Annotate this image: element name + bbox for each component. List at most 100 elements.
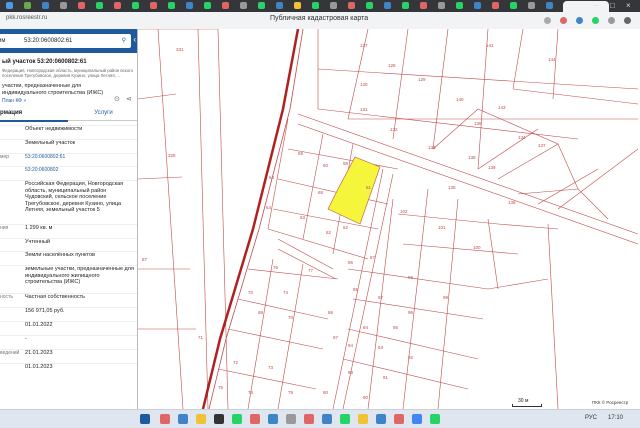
active-tab[interactable] <box>563 1 609 12</box>
svg-text:95: 95 <box>393 325 399 330</box>
svg-text:63: 63 <box>300 215 306 220</box>
row-value: Земельный участок <box>25 140 76 146</box>
tab-favicon-icon[interactable] <box>222 2 229 9</box>
language-indicator[interactable]: РУС <box>585 415 597 421</box>
tab-favicon-icon[interactable] <box>132 2 139 9</box>
svg-text:64: 64 <box>269 175 275 180</box>
tab-favicon-icon[interactable] <box>78 2 85 9</box>
tab-information[interactable]: рмация <box>0 107 68 122</box>
chrome-icon[interactable] <box>412 414 422 424</box>
svg-text:98: 98 <box>408 275 414 280</box>
tab-favicon-icon[interactable] <box>510 2 517 9</box>
quarter-link[interactable]: 53:20:0600802 <box>25 167 136 174</box>
whatsapp-icon[interactable] <box>232 414 242 424</box>
tab-favicon-icon[interactable] <box>384 2 391 9</box>
app-icon[interactable] <box>394 414 404 424</box>
tab-favicon-icon[interactable] <box>60 2 67 9</box>
tab-favicon-icon[interactable] <box>168 2 175 9</box>
app-icon[interactable] <box>358 414 368 424</box>
app-icon[interactable] <box>286 414 296 424</box>
tab-favicon-icon[interactable] <box>276 2 283 9</box>
search-input[interactable]: им 53:20:0600802:61 ⚲ <box>0 34 131 48</box>
tab-favicon-icon[interactable] <box>294 2 301 9</box>
svg-text:58: 58 <box>343 161 349 166</box>
tab-favicon-icon[interactable] <box>96 2 103 9</box>
app-icon[interactable] <box>250 414 260 424</box>
tab-favicon-icon[interactable] <box>366 2 373 9</box>
extension-icon[interactable] <box>544 17 551 24</box>
extension-icon[interactable] <box>592 17 599 24</box>
zoom-to-icon[interactable]: ⊙ <box>114 95 120 103</box>
tab-favicon-icon[interactable] <box>6 2 13 9</box>
search-icon[interactable]: ⚲ <box>122 34 126 48</box>
extension-icon[interactable] <box>576 17 583 24</box>
tab-favicon-icon[interactable] <box>402 2 409 9</box>
app-icon[interactable] <box>322 414 332 424</box>
app-icon[interactable] <box>430 414 440 424</box>
app-icon[interactable] <box>160 414 170 424</box>
tab-favicon-icon[interactable] <box>204 2 211 9</box>
folder-icon[interactable] <box>196 414 206 424</box>
tab-favicon-icon[interactable] <box>312 2 319 9</box>
tab-favicon-icon[interactable] <box>492 2 499 9</box>
svg-text:74: 74 <box>283 290 289 295</box>
cadastral-map[interactable]: 331 127 141 144 128 129 140 143 328 130 … <box>138 29 640 409</box>
cadastral-number-link[interactable]: 53:20:0600802:61 <box>25 154 136 161</box>
svg-text:85: 85 <box>353 287 359 292</box>
svg-text:71: 71 <box>198 335 204 340</box>
svg-text:141: 141 <box>486 43 494 48</box>
share-icon[interactable]: ⋖ <box>126 95 132 103</box>
tab-favicon-icon[interactable] <box>456 2 463 9</box>
parcel-address: Федерация, Новгородская область, муницип… <box>2 68 133 78</box>
svg-text:64: 64 <box>266 205 272 210</box>
start-icon[interactable] <box>140 414 150 424</box>
plan-link[interactable]: План КФ » <box>2 98 26 104</box>
extension-icon[interactable] <box>560 17 567 24</box>
tab-favicon-icon[interactable] <box>420 2 427 9</box>
tab-favicon-icon[interactable] <box>546 2 553 9</box>
tab-favicon-icon[interactable] <box>330 2 337 9</box>
svg-text:139: 139 <box>488 165 496 170</box>
minimize-icon[interactable]: – <box>594 1 598 11</box>
app-icon[interactable] <box>304 414 314 424</box>
svg-text:135: 135 <box>448 185 456 190</box>
svg-text:130: 130 <box>360 82 368 87</box>
svg-text:93: 93 <box>378 345 384 350</box>
app-icon[interactable] <box>178 414 188 424</box>
map-canvas[interactable]: 331 127 141 144 128 129 140 143 328 130 … <box>138 29 640 409</box>
svg-text:102: 102 <box>400 209 408 214</box>
info-row: Учтенный <box>0 238 137 251</box>
menu-icon[interactable] <box>624 17 631 24</box>
tab-favicon-icon[interactable] <box>186 2 193 9</box>
tab-favicon-icon[interactable] <box>114 2 121 9</box>
app-icon[interactable] <box>376 414 386 424</box>
tab-favicon-icon[interactable] <box>474 2 481 9</box>
app-icon[interactable] <box>340 414 350 424</box>
collapse-icon[interactable]: ‹ <box>133 35 136 44</box>
maximize-icon[interactable]: □ <box>610 1 615 11</box>
profile-avatar[interactable] <box>608 17 615 24</box>
tab-favicon-icon[interactable] <box>24 2 31 9</box>
selected-parcel[interactable] <box>327 156 381 225</box>
svg-text:132: 132 <box>390 127 398 132</box>
app-icon[interactable] <box>214 414 224 424</box>
tab-favicon-icon[interactable] <box>438 2 445 9</box>
tab-favicon-icon[interactable] <box>528 2 535 9</box>
search-value[interactable]: 53:20:0600802:61 <box>24 34 72 48</box>
svg-text:62: 62 <box>326 230 332 235</box>
tab-favicon-icon[interactable] <box>150 2 157 9</box>
info-panel: им 53:20:0600802:61 ⚲ ‹ ый участок 53:20… <box>0 29 138 409</box>
close-icon[interactable]: × <box>626 1 631 11</box>
svg-text:94: 94 <box>348 343 354 348</box>
info-row: ность Частная собственность <box>0 293 137 306</box>
clock[interactable]: 17:10 <box>608 415 623 421</box>
tab-favicon-icon[interactable] <box>258 2 265 9</box>
app-icon[interactable] <box>268 414 278 424</box>
info-row: Объект недвижимости <box>0 125 137 138</box>
url-field[interactable]: pkk.rosreestr.ru <box>6 15 47 21</box>
tab-favicon-icon[interactable] <box>348 2 355 9</box>
info-row: земельные участки, предназначенные для и… <box>0 265 137 292</box>
tab-services[interactable]: Услуги <box>70 107 137 120</box>
tab-favicon-icon[interactable] <box>240 2 247 9</box>
tab-favicon-icon[interactable] <box>42 2 49 9</box>
